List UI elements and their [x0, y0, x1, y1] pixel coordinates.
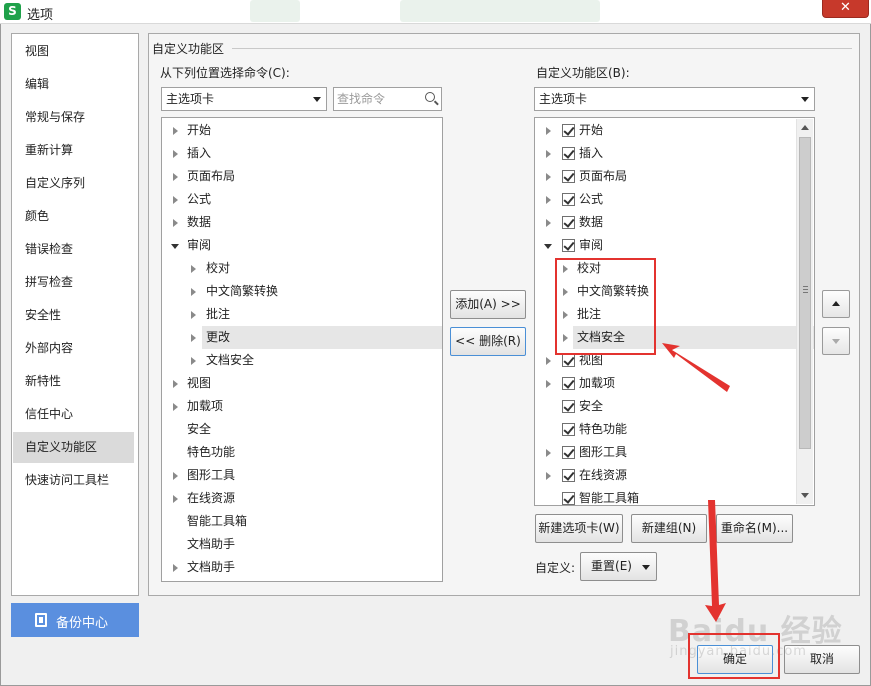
annotation-arrow [705, 500, 726, 622]
annotation-arrow [662, 343, 730, 392]
annotation-arrows [662, 343, 730, 622]
